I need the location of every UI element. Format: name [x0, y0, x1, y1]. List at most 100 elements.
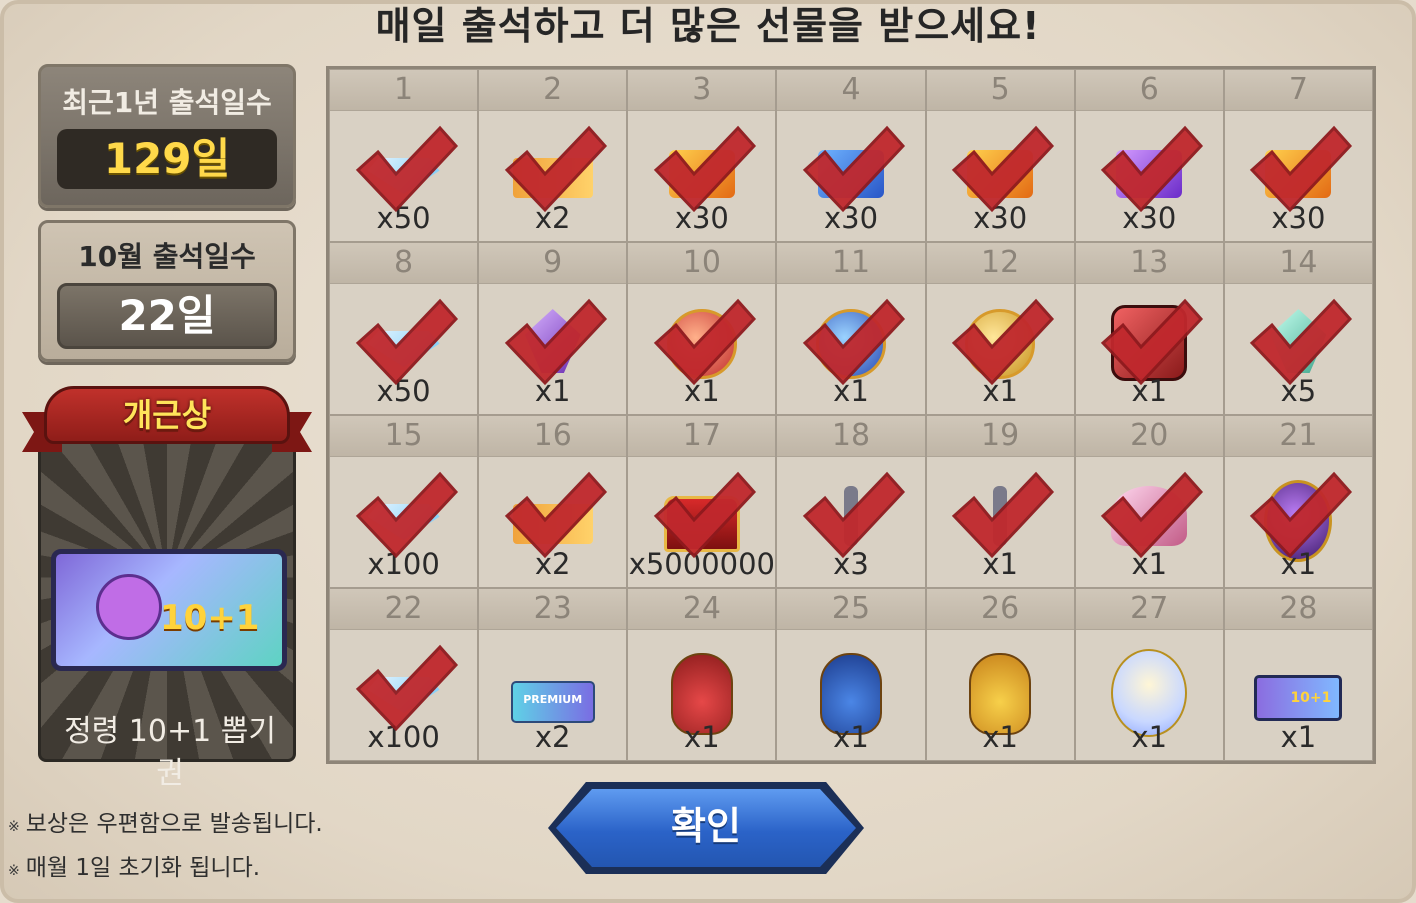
- day-cell: 7 x30: [1223, 69, 1373, 242]
- day-cell: 13 x1: [1074, 242, 1224, 415]
- day-cell: 18 x3: [776, 415, 926, 588]
- day-number: 16: [479, 416, 627, 457]
- day-cell: 21 x1: [1223, 415, 1373, 588]
- checkmark-icon: [1242, 291, 1354, 395]
- reward-quantity: x2: [534, 720, 571, 754]
- day-number: 8: [330, 243, 478, 284]
- confirm-button-label: 확인: [671, 804, 741, 848]
- day-cell: 1 x50: [329, 69, 479, 242]
- day-cell: 25 x1: [776, 588, 926, 761]
- day-cell: 28 10+1 x1: [1223, 588, 1373, 761]
- day-number: 1: [330, 70, 478, 111]
- day-number: 23: [479, 589, 627, 630]
- day-number: 4: [777, 70, 925, 111]
- note-reset-text: 매월 1일 초기화 됩니다.: [25, 855, 261, 881]
- day-cell: 2 x2: [478, 69, 628, 242]
- day-cell: 26 x1: [925, 588, 1075, 761]
- premium-ticket-icon: PREMIUM: [510, 681, 595, 723]
- day-cell: 14 x5: [1223, 242, 1373, 415]
- award-caption-line1: 정령 10+1 뽑기: [64, 714, 276, 749]
- checkmark-icon: [1093, 464, 1205, 568]
- checkmark-icon: [497, 291, 609, 395]
- checkmark-icon: [1242, 464, 1354, 568]
- day-number: 6: [1075, 70, 1223, 111]
- checkmark-icon: [348, 637, 460, 741]
- checkmark-icon: [944, 464, 1056, 568]
- checkmark-icon: [348, 118, 460, 222]
- attendance-calendar: 1 x50 2 x2 3 x30 4 x30 5 x30 6 x30 7 x30 8 x50 9 x1 10 x1 11…: [326, 66, 1376, 764]
- day-number: 7: [1224, 70, 1372, 111]
- day-number: 2: [479, 70, 627, 111]
- reward-quantity: x1: [684, 720, 720, 754]
- day-number: 27: [1075, 589, 1223, 630]
- checkmark-icon: [497, 464, 609, 568]
- monthly-attendance-label: 10월 출석일수: [78, 240, 256, 273]
- reference-mark-icon: ※: [8, 863, 20, 879]
- ticket-badge: 10+1: [160, 598, 260, 638]
- day-number: 25: [777, 589, 925, 630]
- reward-quantity: x1: [1280, 720, 1317, 754]
- checkmark-icon: [646, 291, 758, 395]
- checkmark-icon: [348, 291, 460, 395]
- reward-quantity: x1: [833, 720, 869, 754]
- confirm-button[interactable]: 확인: [548, 782, 864, 874]
- day-cell: 20 x1: [1074, 415, 1224, 588]
- reward-quantity: x1: [982, 720, 1018, 754]
- checkmark-icon: [795, 291, 907, 395]
- reward-quantity: x1: [1131, 720, 1168, 754]
- day-cell: 27 x1: [1074, 588, 1224, 761]
- day-number: 19: [926, 416, 1074, 457]
- day-number: 13: [1075, 243, 1223, 284]
- day-cell: 9 x1: [478, 242, 628, 415]
- checkmark-icon: [795, 464, 907, 568]
- checkmark-icon: [1093, 291, 1205, 395]
- day-number: 11: [777, 243, 925, 284]
- spirit-face-icon: [96, 574, 162, 640]
- day-cell: 17 x5000000: [627, 415, 777, 588]
- award-caption: 정령 10+1 뽑기 권: [41, 711, 299, 795]
- day-cell: 24 x1: [627, 588, 777, 761]
- checkmark-icon: [795, 118, 907, 222]
- day-cell: 12 x1: [925, 242, 1075, 415]
- checkmark-icon: [1093, 118, 1205, 222]
- day-number: 12: [926, 243, 1074, 284]
- day-cell: 23 PREMIUM x2: [478, 588, 628, 761]
- day-number: 24: [628, 589, 776, 630]
- day-number: 10: [628, 243, 776, 284]
- monthly-attendance-value: 22일: [57, 283, 277, 349]
- day-number: 9: [479, 243, 627, 284]
- note-mailbox: ※ 보상은 우편함으로 발송됩니다.: [8, 804, 323, 838]
- day-number: 5: [926, 70, 1074, 111]
- day-number: 3: [628, 70, 776, 111]
- award-caption-line2: 권: [156, 756, 184, 791]
- day-cell: 8 x50: [329, 242, 479, 415]
- day-number: 22: [330, 589, 478, 630]
- checkmark-icon: [646, 464, 758, 568]
- day-number: 17: [628, 416, 776, 457]
- checkmark-icon: [348, 464, 460, 568]
- yearly-attendance-box: 최근1년 출석일수 129일: [38, 64, 296, 208]
- summon-ticket-icon: 10+1: [51, 549, 287, 671]
- day-number: 21: [1224, 416, 1372, 457]
- day-cell: 10 x1: [627, 242, 777, 415]
- checkmark-icon: [944, 118, 1056, 222]
- day-number: 15: [330, 416, 478, 457]
- award-panel: 10+1 정령 10+1 뽑기 권: [38, 426, 296, 791]
- checkmark-icon: [497, 118, 609, 222]
- day-cell: 3 x30: [627, 69, 777, 242]
- summon-ticket-icon: 10+1: [1254, 675, 1343, 721]
- note-mailbox-text: 보상은 우편함으로 발송됩니다.: [25, 811, 323, 837]
- award-title: 개근상: [122, 396, 212, 434]
- note-reset: ※ 매월 1일 초기화 됩니다.: [8, 848, 260, 882]
- day-cell: 19 x1: [925, 415, 1075, 588]
- checkmark-icon: [944, 291, 1056, 395]
- yearly-attendance-value: 129일: [57, 129, 277, 189]
- day-cell: 11 x1: [776, 242, 926, 415]
- page-title: 매일 출석하고 더 많은 선물을 받으세요!: [375, 4, 1041, 48]
- day-cell: 22 x100: [329, 588, 479, 761]
- perfect-attendance-award: 10+1 정령 10+1 뽑기 권 개근상: [22, 378, 312, 791]
- day-number: 14: [1224, 243, 1372, 284]
- day-number: 20: [1075, 416, 1223, 457]
- day-cell: 16 x2: [478, 415, 628, 588]
- day-number: 18: [777, 416, 925, 457]
